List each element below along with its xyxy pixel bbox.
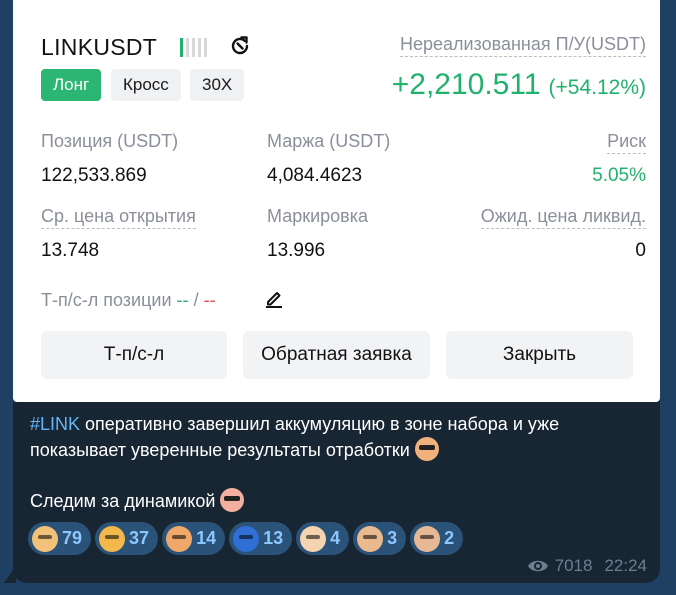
reaction-emoji-icon xyxy=(357,525,384,552)
message-bubble: LINKUSDT Нереализованная П/У(USDT) Лонг … xyxy=(13,0,660,583)
reaction-count: 4 xyxy=(330,528,341,548)
symbol-title: LINKUSDT xyxy=(41,34,158,60)
money-face-emoji-icon xyxy=(414,437,439,461)
reaction-button[interactable]: 14 xyxy=(162,522,226,555)
reaction-emoji-icon xyxy=(414,525,441,552)
reaction-count: 2 xyxy=(444,528,455,548)
mark-price-label: Маркировка xyxy=(267,206,369,226)
reaction-button[interactable]: 37 xyxy=(95,522,159,555)
entry-price-value: 13.748 xyxy=(41,240,100,261)
pencil-icon[interactable] xyxy=(264,288,284,308)
hashtag-link[interactable]: #LINK xyxy=(30,414,80,434)
close-position-button[interactable]: Закрыть xyxy=(446,331,633,379)
position-value: 122,533.869 xyxy=(41,165,147,186)
reaction-emoji-icon xyxy=(300,525,327,552)
pnl-value: +2,210.511 xyxy=(391,68,541,101)
tpsl-label: Т-п/с-л позиции xyxy=(41,290,172,310)
sticker-emoji-icon xyxy=(220,488,245,512)
reaction-count: 14 xyxy=(196,528,217,548)
message-meta: 7018 22:24 xyxy=(527,556,647,576)
reaction-count: 3 xyxy=(387,528,398,548)
margin-label: Маржа (USDT) xyxy=(267,131,391,151)
margin-mode-tag: Кросс xyxy=(111,69,181,101)
signal-bars-icon xyxy=(180,38,207,57)
unrealized-pnl: +2,210.511 (+54.12%) xyxy=(392,68,646,102)
liquidation-price-value: 0 xyxy=(635,240,646,261)
reaction-emoji-icon xyxy=(32,525,58,552)
leverage-tag: 30X xyxy=(190,69,245,101)
view-count: 7018 xyxy=(554,556,593,575)
tpsl-summary: Т-п/с-л позиции -- / -- xyxy=(41,290,216,311)
message-line-2: Следим за динамикой xyxy=(30,491,216,511)
reaction-button[interactable]: 4 xyxy=(296,522,350,555)
risk-value: 5.05% xyxy=(592,165,646,186)
pnl-percent: (+54.12%) xyxy=(548,76,646,99)
reaction-button[interactable]: 13 xyxy=(229,522,293,555)
margin-value: 4,084.4623 xyxy=(267,165,363,186)
message-time: 22:24 xyxy=(604,556,647,575)
tpsl-separator: / xyxy=(193,290,199,310)
reaction-button[interactable]: 79 xyxy=(28,522,92,555)
unrealized-pnl-label: Нереализованная П/У(USDT) xyxy=(399,34,646,57)
risk-label: Риск xyxy=(607,131,646,154)
sl-value: -- xyxy=(203,290,216,310)
mark-price-value: 13.996 xyxy=(267,240,326,261)
position-label: Позиция (USDT) xyxy=(41,131,179,151)
position-card-screenshot[interactable]: LINKUSDT Нереализованная П/У(USDT) Лонг … xyxy=(13,0,660,402)
liquidation-price-label: Ожид. цена ликвид. xyxy=(480,206,646,229)
reaction-emoji-icon xyxy=(233,525,260,552)
reaction-emoji-icon xyxy=(99,525,126,552)
reaction-count: 13 xyxy=(263,528,284,548)
reaction-button[interactable]: 2 xyxy=(410,522,464,555)
reaction-count: 37 xyxy=(129,528,150,548)
reverse-order-button[interactable]: Обратная заявка xyxy=(243,331,430,379)
reaction-count: 79 xyxy=(62,528,83,548)
message-text: #LINK оперативно завершил аккумуляцию в … xyxy=(30,412,640,514)
reaction-button[interactable]: 3 xyxy=(353,522,407,555)
eye-icon xyxy=(527,560,548,572)
entry-price-label: Ср. цена открытия xyxy=(41,206,196,229)
tpsl-button[interactable]: Т-п/с-л xyxy=(41,331,227,379)
tp-value: -- xyxy=(176,290,189,310)
message-line-1: оперативно завершил аккумуляцию в зоне н… xyxy=(30,414,560,460)
side-tag: Лонг xyxy=(41,69,102,101)
refresh-icon xyxy=(231,36,249,55)
reaction-emoji-icon xyxy=(166,525,193,552)
reactions-bar: 79 37 14 13 4 3 2 xyxy=(28,522,464,555)
